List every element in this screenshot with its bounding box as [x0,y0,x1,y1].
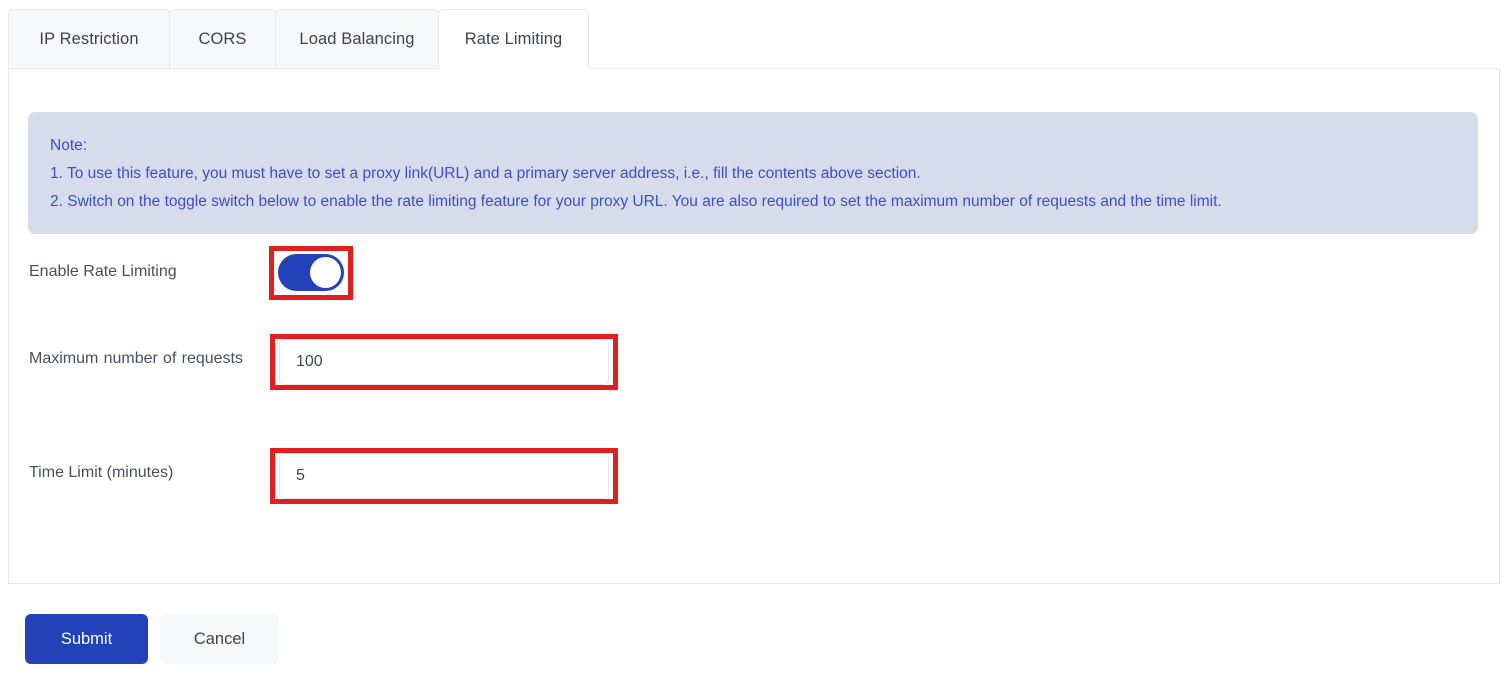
tab-label: CORS [198,29,247,48]
toggle-knob [310,257,341,288]
tab-label: IP Restriction [39,29,139,48]
tab-rate-limiting[interactable]: Rate Limiting [438,9,589,69]
maximum-requests-input[interactable] [279,339,609,385]
time-limit-label: Time Limit (minutes) [29,464,174,481]
note-line-2: 2. Switch on the toggle switch below to … [50,193,1222,210]
note-line-1: 1. To use this feature, you must have to… [50,165,921,182]
time-limit-input[interactable] [279,453,609,499]
submit-button[interactable]: Submit [25,614,148,664]
tab-cors[interactable]: CORS [169,9,276,69]
tab-load-balancing[interactable]: Load Balancing [275,9,439,69]
note-box: Note: 1. To use this feature, you must h… [28,112,1478,234]
note-heading: Note: [50,137,88,154]
tab-label: Rate Limiting [464,29,563,48]
cancel-button[interactable]: Cancel [160,614,279,664]
tab-label: Load Balancing [299,29,415,48]
enable-rate-limiting-label: Enable Rate Limiting [29,263,177,280]
enable-rate-limiting-toggle[interactable] [278,254,344,291]
settings-tab-bar: IP Restriction CORS Load Balancing Rate … [8,9,589,69]
tab-ip-restriction[interactable]: IP Restriction [8,9,170,69]
maximum-requests-label: Maximum number of requests [29,350,243,367]
rate-limiting-settings-page: IP Restriction CORS Load Balancing Rate … [0,0,1508,676]
tab-baseline-divider [8,68,1500,69]
